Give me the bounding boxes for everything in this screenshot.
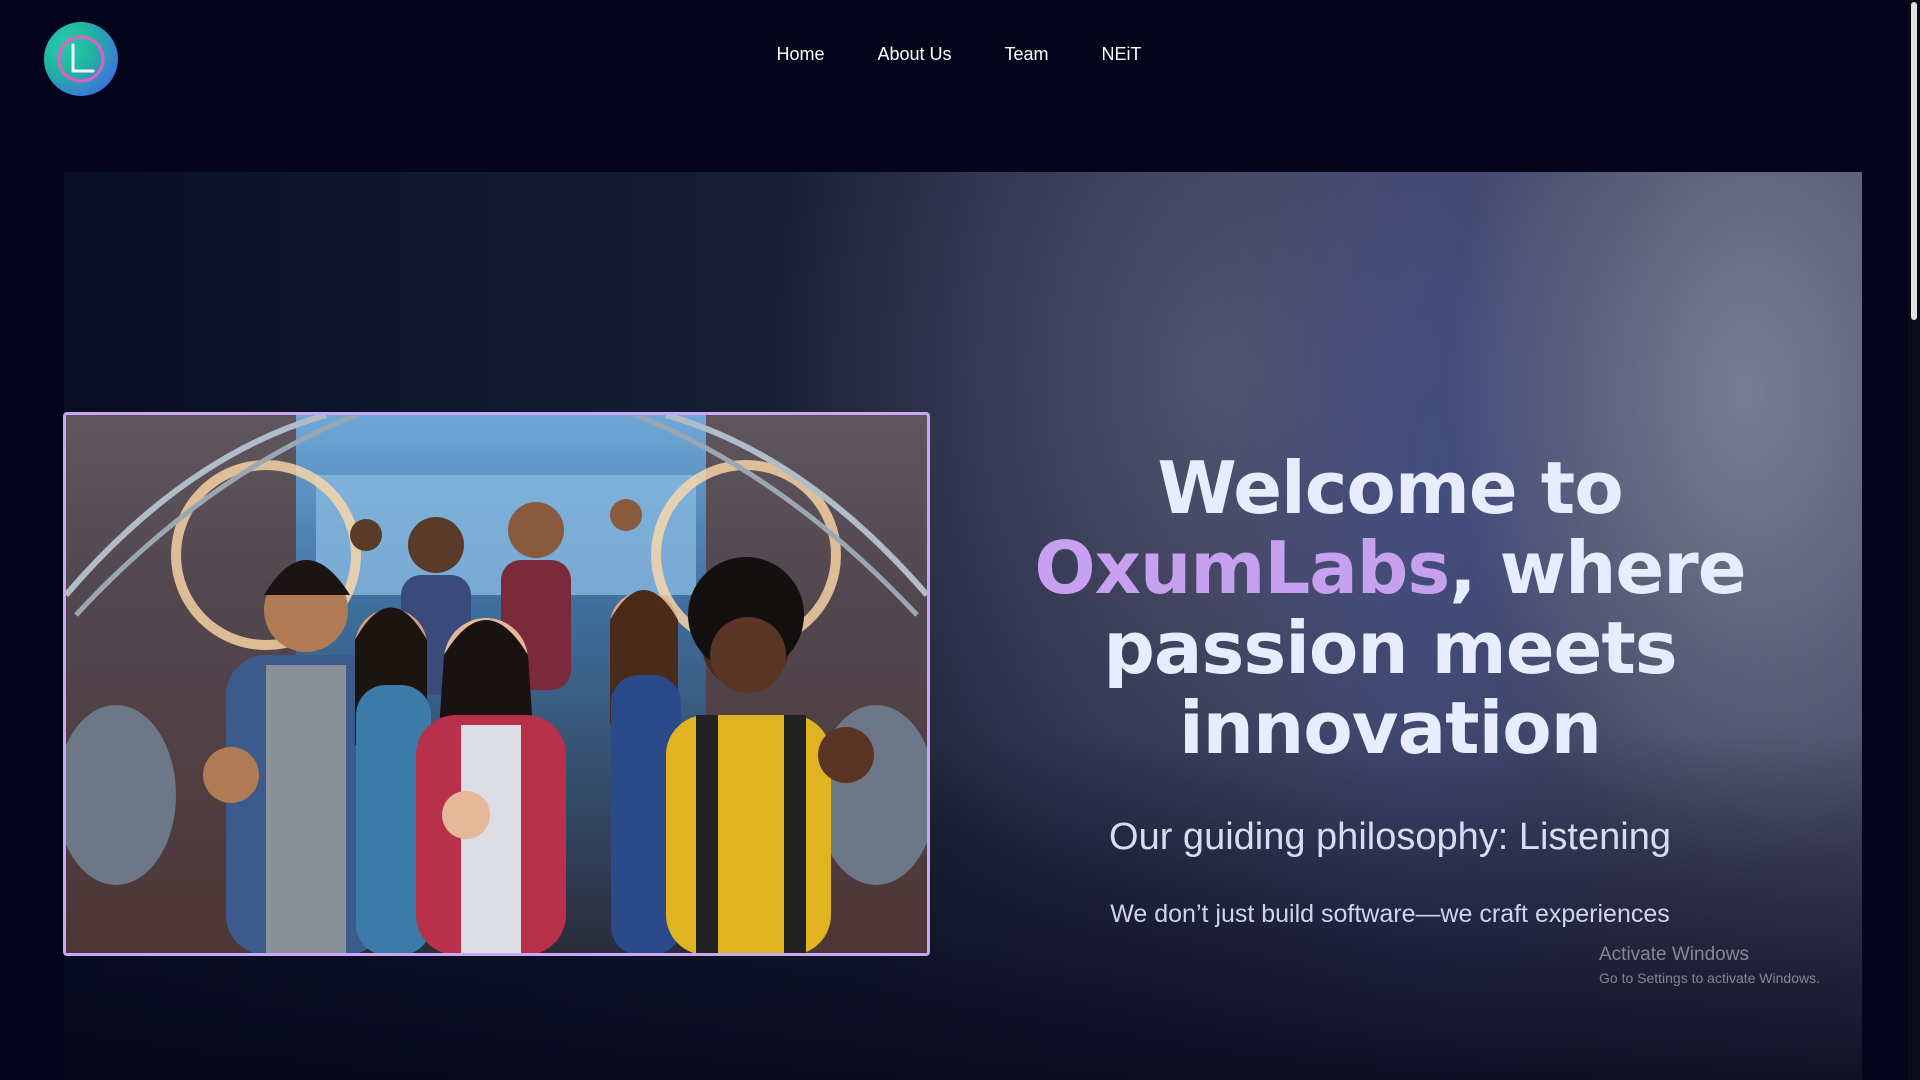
headline-prefix: Welcome to	[1157, 446, 1623, 530]
watermark-title: Activate Windows	[1599, 944, 1749, 965]
hero-group-photo	[63, 412, 930, 956]
scrollbar-thumb[interactable]	[1911, 2, 1917, 320]
hero-headline: Welcome to OxumLabs, where passion meets…	[1000, 448, 1780, 768]
main-nav: Home About Us Team NEiT	[0, 44, 1908, 65]
nav-home[interactable]: Home	[776, 44, 824, 65]
guiding-philosophy: Our guiding philosophy: Listening	[1109, 816, 1671, 858]
nav-about-us[interactable]: About Us	[877, 44, 951, 65]
hero-tagline: We don’t just build software—we craft ex…	[1110, 900, 1670, 928]
page-scrollbar[interactable]	[1908, 0, 1920, 1080]
watermark-subtitle: Go to Settings to activate Windows.	[1599, 970, 1820, 986]
brand-name: OxumLabs	[1034, 526, 1450, 610]
nav-neit[interactable]: NEiT	[1102, 44, 1142, 65]
activate-windows-watermark: Activate Windows Go to Settings to activ…	[1599, 944, 1820, 986]
nav-team[interactable]: Team	[1005, 44, 1049, 65]
page: Home About Us Team NEiT Welcome to OxumL…	[0, 0, 1920, 1080]
site-header: Home About Us Team NEiT	[0, 0, 1908, 172]
